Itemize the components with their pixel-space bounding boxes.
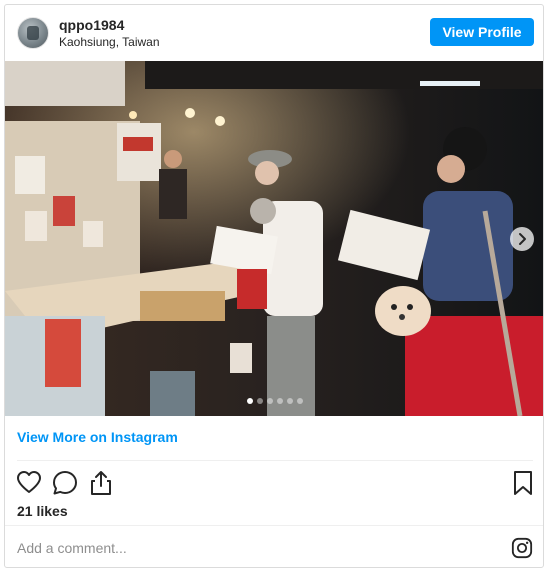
- view-more-link[interactable]: View More on Instagram: [17, 429, 178, 445]
- carousel-indicator: [5, 398, 543, 404]
- carousel-dot: [287, 398, 293, 404]
- chevron-right-icon: [519, 233, 526, 245]
- post-header: qppo1984 Kaohsiung, Taiwan View Profile: [5, 5, 543, 61]
- post-photo[interactable]: [5, 61, 543, 416]
- location[interactable]: Kaohsiung, Taiwan: [59, 35, 160, 49]
- heart-icon[interactable]: [15, 469, 43, 497]
- action-bar: [5, 463, 543, 503]
- comment-input[interactable]: Add a comment...: [17, 540, 127, 556]
- comment-bar: Add a comment...: [5, 525, 543, 567]
- carousel-dot: [257, 398, 263, 404]
- view-profile-button[interactable]: View Profile: [430, 18, 534, 46]
- instagram-embed-card: qppo1984 Kaohsiung, Taiwan View Profile: [4, 4, 544, 568]
- avatar[interactable]: [17, 17, 49, 49]
- share-icon[interactable]: [87, 469, 115, 497]
- speech-bubble-icon[interactable]: [51, 469, 79, 497]
- instagram-icon[interactable]: [511, 537, 533, 559]
- carousel-dot: [277, 398, 283, 404]
- divider: [17, 460, 533, 461]
- username[interactable]: qppo1984: [59, 17, 124, 33]
- bookmark-icon[interactable]: [509, 469, 537, 497]
- carousel-dot: [247, 398, 253, 404]
- likes-count[interactable]: 21 likes: [17, 503, 68, 519]
- carousel-dot: [267, 398, 273, 404]
- carousel-dot: [297, 398, 303, 404]
- next-slide-button[interactable]: [510, 227, 534, 251]
